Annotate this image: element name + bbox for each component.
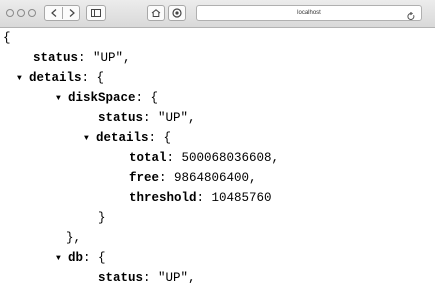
json-colon: : — [166, 151, 182, 165]
json-line-disk-details: ▼ details: { — [84, 128, 171, 148]
home-button[interactable] — [147, 5, 165, 21]
json-colon-open: : { — [135, 91, 159, 105]
json-line-details: ▼ details: { — [17, 68, 104, 88]
json-key: diskSpace — [68, 91, 136, 105]
json-line-disk-status: status: "UP", — [98, 108, 196, 128]
json-colon: : — [78, 51, 94, 65]
json-colon: : — [143, 111, 159, 125]
privacy-button[interactable] — [168, 5, 186, 21]
json-colon: : — [143, 271, 159, 283]
json-colon-open: : { — [81, 71, 105, 85]
triangle-down-icon[interactable]: ▼ — [84, 129, 92, 149]
json-value: "UP", — [158, 111, 196, 125]
json-key: status — [98, 271, 144, 283]
json-key: status — [33, 51, 79, 65]
json-viewer: { status: "UP", ▼ details: { ▼ diskSpace: … — [0, 28, 435, 283]
json-key: status — [98, 111, 144, 125]
json-value: "UP", — [158, 271, 196, 283]
home-icon — [151, 9, 161, 17]
json-colon: : — [196, 191, 212, 205]
json-value: 500068036608, — [181, 151, 280, 165]
chevron-right-icon — [69, 9, 75, 17]
json-value: "UP", — [93, 51, 131, 65]
json-diskspace-close: }, — [66, 231, 82, 245]
json-line-threshold: threshold: 10485760 — [129, 188, 272, 208]
json-key: details — [96, 131, 149, 145]
browser-toolbar: localhost — [0, 0, 435, 28]
json-line-diskspace: ▼ diskSpace: { — [56, 88, 158, 108]
json-line-free: free: 9864806400, — [129, 168, 257, 188]
json-line-db: ▼ db: { — [56, 248, 106, 268]
json-key: total — [129, 151, 167, 165]
json-colon: : — [159, 171, 175, 185]
json-disk-details-close: } — [98, 211, 106, 225]
zoom-window-button[interactable] — [28, 9, 36, 17]
json-key: free — [129, 171, 160, 185]
back-button[interactable] — [45, 6, 62, 20]
address-text: localhost — [297, 10, 321, 16]
json-line-status: status: "UP", — [33, 48, 131, 68]
json-line-db-status: status: "UP", — [98, 268, 196, 283]
sidebar-toggle-button[interactable] — [86, 5, 106, 21]
forward-button[interactable] — [63, 6, 80, 20]
json-key: db — [68, 251, 84, 265]
triangle-down-icon[interactable]: ▼ — [56, 89, 64, 109]
chevron-left-icon — [50, 9, 56, 17]
reload-icon[interactable] — [407, 8, 415, 26]
navigation-buttons — [44, 5, 80, 21]
json-value: 9864806400, — [174, 171, 257, 185]
close-window-button[interactable] — [6, 9, 14, 17]
json-value: 10485760 — [211, 191, 272, 205]
triangle-down-icon[interactable]: ▼ — [56, 249, 64, 269]
triangle-down-icon[interactable]: ▼ — [17, 69, 25, 89]
sidebar-icon — [91, 9, 101, 17]
json-colon-open: : { — [83, 251, 106, 265]
json-root-open: { — [3, 31, 11, 45]
json-line-total: total: 500068036608, — [129, 148, 279, 168]
json-colon-open: : { — [148, 131, 172, 145]
json-key: threshold — [129, 191, 197, 205]
address-bar[interactable]: localhost — [196, 5, 422, 21]
shield-icon — [172, 8, 182, 18]
json-key: details — [29, 71, 82, 85]
browser-window: localhost { status: "UP", ▼ details: { ▼ d… — [0, 0, 435, 283]
minimize-window-button[interactable] — [17, 9, 25, 17]
